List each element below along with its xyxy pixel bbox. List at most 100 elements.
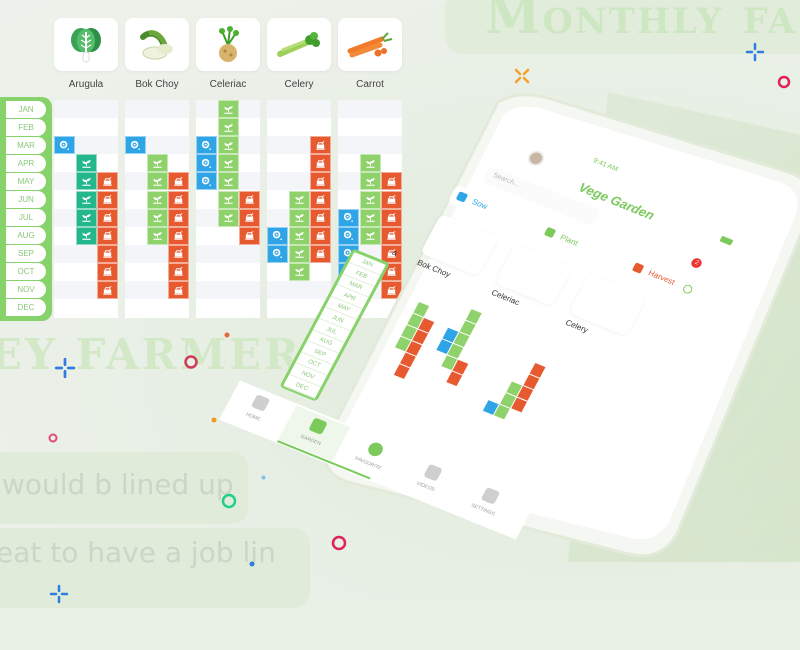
seed-icon bbox=[201, 176, 211, 186]
veg-bok-choy[interactable]: Bok Choy bbox=[125, 18, 189, 90]
sow-cell-apr[interactable] bbox=[196, 154, 217, 173]
sprout-icon bbox=[81, 178, 91, 186]
veg-name: Bok Choy bbox=[135, 79, 179, 90]
sparkle-blue-icon bbox=[745, 42, 765, 62]
harvest-cell-may[interactable] bbox=[97, 172, 118, 191]
plant-cell-apr[interactable] bbox=[75, 154, 97, 173]
month-label-nov: NOV bbox=[6, 281, 46, 298]
harvest-cart-icon bbox=[103, 213, 112, 222]
month-label-may: MAY bbox=[6, 173, 46, 190]
harvest-cell-jul[interactable] bbox=[168, 208, 189, 227]
bok-choy-icon bbox=[125, 18, 189, 71]
sprout-icon bbox=[223, 178, 233, 186]
grid-row bbox=[54, 100, 118, 119]
sow-cell-mar[interactable] bbox=[125, 136, 146, 155]
sprout-icon bbox=[294, 232, 304, 240]
veg-celeriac[interactable]: Celeriac bbox=[196, 18, 260, 90]
harvest-cell-jul[interactable] bbox=[239, 208, 260, 227]
month-label-dec: DEC bbox=[6, 299, 46, 316]
harvest-cell-jun[interactable] bbox=[239, 190, 260, 209]
plant-cell-jul[interactable] bbox=[217, 208, 239, 227]
sow-cell-mar[interactable] bbox=[54, 136, 75, 155]
veg-name: Carrot bbox=[356, 79, 384, 90]
plant-cell-oct[interactable] bbox=[288, 262, 310, 281]
vegetable-list: Arugula Bok Choy Celeriac Celery Carrot bbox=[54, 18, 402, 90]
sow-cell-aug[interactable] bbox=[267, 226, 288, 245]
sprout-icon bbox=[152, 232, 162, 240]
harvest-cell-aug[interactable] bbox=[168, 226, 189, 245]
ring-green-icon bbox=[221, 493, 237, 509]
plant-cell-apr[interactable] bbox=[217, 154, 239, 173]
harvest-cell-aug[interactable] bbox=[97, 226, 118, 245]
grid-row bbox=[196, 280, 260, 300]
month-label-apr: APR bbox=[6, 155, 46, 172]
sprout-icon bbox=[294, 268, 304, 277]
harvest-cell-aug[interactable] bbox=[239, 226, 260, 245]
harvest-cart-icon bbox=[174, 249, 183, 259]
plant-cell-jun[interactable] bbox=[146, 190, 168, 209]
plant-cell-may[interactable] bbox=[75, 172, 97, 191]
plant-cell-apr[interactable] bbox=[146, 154, 168, 173]
month-label-jan: JAN bbox=[6, 101, 46, 118]
sprout-icon bbox=[223, 141, 233, 150]
month-label-jul: JUL bbox=[6, 209, 46, 226]
harvest-cart-icon bbox=[174, 285, 183, 295]
plant-cell-sep[interactable] bbox=[288, 244, 310, 263]
bubble-text-2: eat to have a job lin bbox=[0, 536, 276, 569]
plant-cell-mar[interactable] bbox=[217, 136, 239, 155]
chat-bubble-2: eat to have a job lin bbox=[0, 528, 310, 608]
plant-cell-jul[interactable] bbox=[146, 208, 168, 227]
month-label-feb: FEB bbox=[6, 119, 46, 136]
ring-red-icon bbox=[777, 75, 791, 89]
month-label-oct: OCT bbox=[6, 263, 46, 280]
harvest-cell-jun[interactable] bbox=[97, 190, 118, 209]
seed-icon bbox=[130, 140, 140, 150]
month-label-aug: AUG bbox=[6, 227, 46, 244]
plant-cell-jun[interactable] bbox=[288, 190, 310, 209]
harvest-cell-jul[interactable] bbox=[97, 208, 118, 227]
seed-icon bbox=[201, 158, 211, 168]
harvest-cell-oct[interactable] bbox=[97, 262, 118, 281]
sow-cell-mar[interactable] bbox=[196, 136, 217, 155]
plant-cell-jul[interactable] bbox=[75, 208, 97, 227]
grid-row bbox=[196, 299, 260, 317]
plant-cell-jan[interactable] bbox=[217, 100, 239, 118]
harvest-cart-icon bbox=[245, 213, 254, 222]
plant-cell-feb[interactable] bbox=[217, 118, 239, 137]
harvest-cart-icon bbox=[245, 195, 254, 204]
ring-pink-icon bbox=[48, 433, 58, 443]
sprout-icon bbox=[81, 196, 91, 204]
plant-cell-aug[interactable] bbox=[146, 226, 168, 245]
sprout-icon bbox=[152, 160, 162, 168]
grid-row bbox=[196, 263, 260, 281]
harvest-cell-sep[interactable] bbox=[168, 244, 189, 263]
sow-cell-sep[interactable] bbox=[267, 244, 288, 263]
harvest-cell-sep[interactable] bbox=[97, 244, 118, 263]
harvest-cart-icon bbox=[103, 267, 112, 277]
plant-cell-aug[interactable] bbox=[288, 226, 310, 245]
plant-cell-aug[interactable] bbox=[75, 226, 97, 245]
veg-carrot[interactable]: Carrot bbox=[338, 18, 402, 90]
plant-cell-jun[interactable] bbox=[217, 190, 239, 209]
seed-icon bbox=[201, 140, 211, 150]
sprout-icon bbox=[152, 178, 162, 186]
sow-cell-may[interactable] bbox=[196, 172, 217, 191]
veg-arugula[interactable]: Arugula bbox=[54, 18, 118, 90]
harvest-cart-icon bbox=[103, 285, 112, 295]
celeriac-icon bbox=[196, 18, 260, 71]
grid-row bbox=[125, 100, 189, 119]
plant-cell-may[interactable] bbox=[146, 172, 168, 191]
harvest-cell-nov[interactable] bbox=[97, 281, 118, 299]
farmer-heading: ey farmer bbox=[0, 330, 302, 379]
harvest-cell-jun[interactable] bbox=[168, 190, 189, 209]
plant-cell-jun[interactable] bbox=[75, 190, 97, 209]
harvest-cell-may[interactable] bbox=[168, 172, 189, 191]
plant-cell-may[interactable] bbox=[217, 172, 239, 191]
veg-celery[interactable]: Celery bbox=[267, 18, 331, 90]
dot-orange-icon bbox=[224, 332, 230, 338]
seed-icon bbox=[272, 249, 282, 259]
plant-cell-jul[interactable] bbox=[288, 208, 310, 227]
sprout-icon bbox=[152, 196, 162, 204]
harvest-cell-nov[interactable] bbox=[168, 281, 189, 299]
harvest-cell-oct[interactable] bbox=[168, 262, 189, 281]
